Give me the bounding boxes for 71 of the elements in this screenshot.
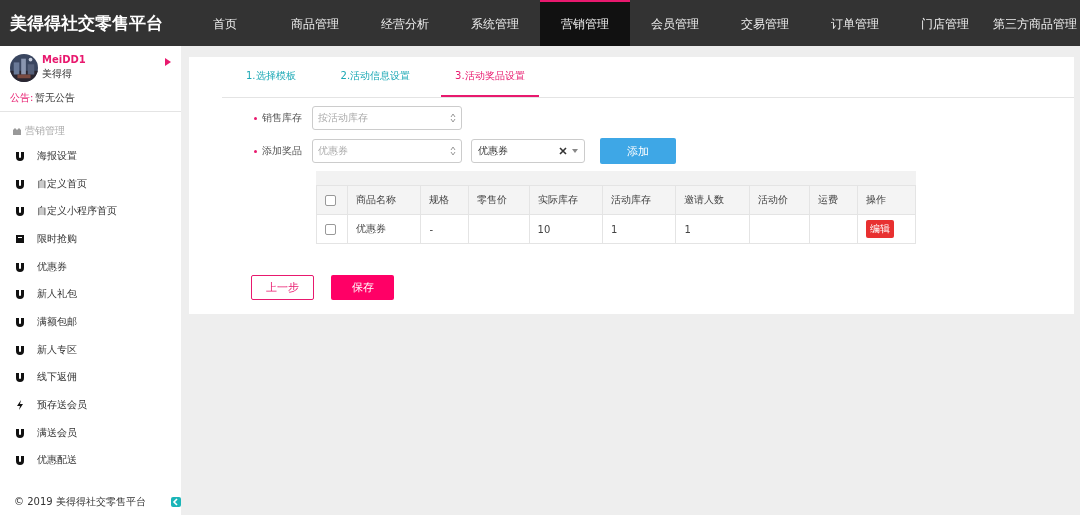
- magnet-icon: [15, 150, 25, 161]
- column-header: 运费: [809, 185, 858, 215]
- magnet-icon: [15, 455, 25, 466]
- sidebar-item[interactable]: 满送会员: [0, 418, 181, 447]
- column-header: 邀请人数: [675, 185, 750, 215]
- sidebar-item[interactable]: 预存送会员: [0, 391, 181, 419]
- table-cell: 1: [675, 214, 750, 244]
- sort-arrows-icon: [450, 146, 456, 156]
- nav-tab[interactable]: 营销管理: [540, 0, 630, 46]
- sidebar-item[interactable]: 优惠配送: [0, 446, 181, 475]
- nav-tab[interactable]: 商品管理: [270, 0, 360, 46]
- sidebar-item[interactable]: 新人礼包: [0, 280, 181, 309]
- logo-text: 美得得社交零售平台: [9, 12, 164, 35]
- sidebar-item[interactable]: 自定义小程序首页: [0, 197, 181, 226]
- magnet-icon: [15, 372, 25, 383]
- magnet-icon: [15, 344, 25, 355]
- magnet-icon: [15, 316, 25, 327]
- nav-tab[interactable]: 会员管理: [630, 0, 720, 46]
- store-name: 美得得: [42, 67, 73, 81]
- nav-tab[interactable]: 订单管理: [810, 0, 900, 46]
- magnet-icon: [15, 289, 25, 300]
- column-header: 规格: [420, 185, 469, 215]
- nav-tab[interactable]: 门店管理: [900, 0, 990, 46]
- checkbox[interactable]: [325, 223, 336, 235]
- box-icon: [15, 233, 25, 244]
- nav-tab[interactable]: 经营分析: [360, 0, 450, 46]
- sidebar-item[interactable]: 海报设置: [0, 142, 181, 170]
- nav-tab[interactable]: 第三方商品管理: [990, 0, 1080, 46]
- sidebar-item[interactable]: 线下返佣: [0, 363, 181, 392]
- group-icon: [12, 127, 22, 135]
- column-header: 零售价: [468, 185, 530, 215]
- back-button[interactable]: 上一步: [251, 275, 314, 300]
- field-label: 添加奖品: [222, 144, 312, 158]
- clear-icon[interactable]: [559, 147, 567, 155]
- sidebar-item[interactable]: 满额包邮: [0, 308, 181, 336]
- collapse-icon[interactable]: [171, 497, 181, 507]
- section-title: 营销管理: [25, 124, 65, 138]
- field-label: 销售库存: [222, 111, 312, 125]
- triangle-icon[interactable]: [165, 58, 171, 66]
- nav-tab[interactable]: 首页: [180, 0, 270, 46]
- sidebar-item[interactable]: 优惠券: [0, 252, 181, 281]
- edit-button[interactable]: 编辑: [865, 220, 894, 238]
- copyright-text: © 2019 美得得社交零售平台: [14, 495, 146, 509]
- checkbox[interactable]: [325, 194, 336, 206]
- sidebar-item[interactable]: 自定义首页: [0, 169, 181, 198]
- column-header: 活动价: [749, 185, 810, 215]
- magnet-icon: [15, 261, 25, 272]
- column-header: 活动库存: [602, 185, 676, 215]
- nav-tab[interactable]: 交易管理: [720, 0, 810, 46]
- bolt-icon: [15, 400, 25, 411]
- column-header: 实际库存: [529, 185, 603, 215]
- table-cell: 优惠券: [347, 214, 421, 244]
- sidebar-item[interactable]: 新人专区: [0, 335, 181, 364]
- column-header: 操作: [857, 185, 916, 215]
- save-button[interactable]: 保存: [331, 275, 394, 300]
- nav-tab[interactable]: 系统管理: [450, 0, 540, 46]
- step-tab[interactable]: 3.活动奖品设置: [441, 57, 539, 97]
- magnet-icon: [15, 206, 25, 217]
- table-cell: 1: [602, 214, 676, 244]
- sort-arrows-icon: [450, 113, 456, 123]
- column-header: 商品名称: [347, 185, 421, 215]
- table-cell: 10: [529, 214, 603, 244]
- notice-label: 公告:: [10, 92, 34, 103]
- notice-text: 暂无公告: [35, 92, 76, 103]
- prize-select[interactable]: 优惠券: [471, 139, 585, 163]
- caret-icon: [572, 149, 578, 153]
- user-name: MeiDD1: [42, 54, 87, 65]
- table-cell: -: [420, 214, 469, 244]
- magnet-icon: [15, 427, 25, 438]
- sidebar-item[interactable]: 限时抢购: [0, 225, 181, 253]
- magnet-icon: [15, 178, 25, 189]
